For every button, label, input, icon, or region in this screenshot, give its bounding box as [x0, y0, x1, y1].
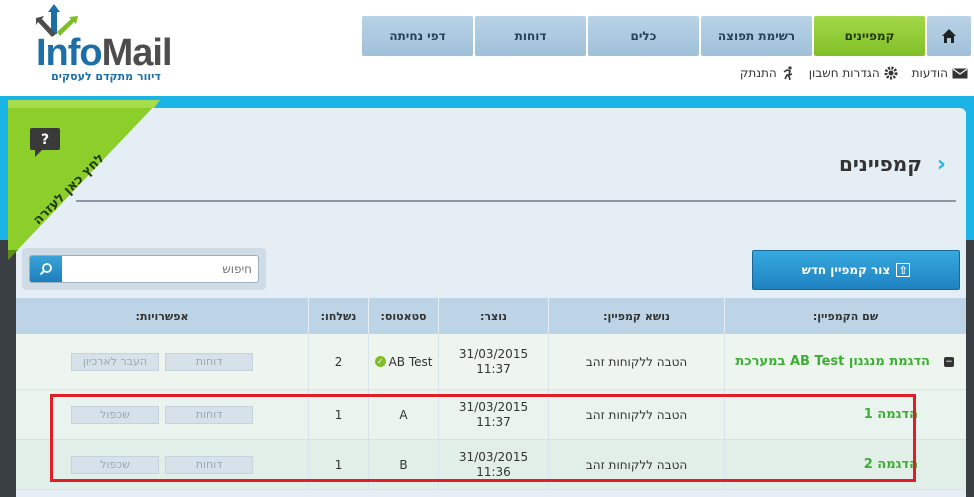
campaigns-table: שם הקמפיין: נושא קמפיין: נוצר: סטאטוס: נ…: [16, 298, 966, 490]
title-divider: [76, 200, 956, 202]
logout-link[interactable]: התנתק: [740, 66, 795, 80]
archive-button[interactable]: העבר לארכיון: [71, 352, 159, 371]
campaign-status: A: [368, 390, 438, 439]
nav-tab-mailing-list[interactable]: רשימת תפוצה: [701, 16, 812, 56]
campaign-created: 31/03/2015 11:37: [438, 390, 548, 439]
help-question-mark: ?: [41, 132, 49, 148]
nav-tab-tools[interactable]: כלים: [588, 16, 699, 56]
header-sent: נשלחו:: [308, 298, 368, 334]
duplicate-button[interactable]: שכפול: [71, 455, 159, 474]
nav-tab-home[interactable]: [927, 16, 971, 56]
campaign-name-link[interactable]: הדגמה 1: [864, 406, 918, 424]
header-options: אפשרויות:: [135, 309, 189, 323]
campaign-created: 31/03/2015 11:36: [438, 440, 548, 489]
campaign-status: AB Test ✓: [368, 334, 438, 389]
campaign-subject: הטבה ללקוחות זהב: [548, 390, 724, 439]
envelope-icon: [952, 68, 968, 78]
create-campaign-button[interactable]: ⇧ צור קמפיין חדש: [752, 250, 960, 290]
table-row: הדגמה 2 הטבה ללקוחות זהב 31/03/2015 11:3…: [16, 440, 966, 490]
logo-wordmark: InfoMail: [36, 32, 173, 74]
search-icon: [39, 263, 52, 276]
check-circle-icon: ✓: [374, 356, 386, 367]
help-question-icon: ?: [30, 128, 60, 157]
table-header: שם הקמפיין: נושא קמפיין: נוצר: סטאטוס: נ…: [16, 298, 966, 334]
logo-tagline: דיוור מתקדם לעסקים: [51, 70, 161, 83]
nav-tab-landing-pages[interactable]: דפי נחיתה: [362, 16, 473, 56]
header-name: שם הקמפיין:: [724, 298, 966, 334]
campaign-sent: 1: [308, 440, 368, 489]
chevron-right-icon: ›: [936, 152, 946, 177]
campaign-subject: הטבה ללקוחות זהב: [548, 440, 724, 489]
gear-icon: [884, 66, 898, 80]
campaign-subject: הטבה ללקוחות זהב: [548, 334, 724, 389]
header-status: סטאטוס:: [368, 298, 438, 334]
nav-tab-reports[interactable]: דוחות: [475, 16, 586, 56]
campaign-name-cell: − הדגמת מנגנון AB Test במערכת: [724, 334, 966, 389]
account-links: הודעות הגדרות חשבון התנתק: [740, 66, 968, 80]
running-man-icon: [783, 66, 793, 80]
reports-button[interactable]: דוחות: [165, 455, 253, 474]
duplicate-button[interactable]: שכפול: [71, 405, 159, 424]
account-settings-link[interactable]: הגדרות חשבון: [809, 66, 898, 80]
help-ribbon[interactable]: ? לחץ כאן לעזרה: [8, 100, 160, 260]
campaign-status: B: [368, 440, 438, 489]
campaign-options: דוחות שכפול: [16, 390, 308, 439]
home-icon: [942, 29, 956, 43]
messages-link[interactable]: הודעות: [912, 66, 968, 80]
campaign-created: 31/03/2015 11:37: [438, 334, 548, 389]
nav-tab-campaigns[interactable]: קמפיינים: [814, 16, 925, 56]
app-header: InfoMail דיוור מתקדם לעסקים דפי נחיתה דו…: [0, 0, 974, 96]
campaign-sent: 1: [308, 390, 368, 439]
reports-button[interactable]: דוחות: [165, 405, 253, 424]
campaign-name-cell: הדגמה 2: [724, 440, 966, 489]
infomail-logo[interactable]: InfoMail דיוור מתקדם לעסקים: [14, 4, 173, 84]
campaign-name-link[interactable]: הדגמת מנגנון AB Test במערכת: [735, 353, 930, 371]
header-created: נוצר:: [438, 298, 548, 334]
campaign-sent: 2: [308, 334, 368, 389]
table-row: − הדגמת מנגנון AB Test במערכת הטבה ללקוח…: [16, 334, 966, 390]
campaign-name-link[interactable]: הדגמה 2: [864, 456, 918, 474]
header-subject: נושא קמפיין:: [548, 298, 724, 334]
main-nav: דפי נחיתה דוחות כלים רשימת תפוצה קמפייני…: [360, 16, 971, 56]
campaign-options: דוחות שכפול: [16, 440, 308, 489]
collapse-toggle-icon[interactable]: −: [944, 356, 954, 367]
table-row: הדגמה 1 הטבה ללקוחות זהב 31/03/2015 11:3…: [16, 390, 966, 440]
upload-plus-icon: ⇧: [896, 263, 911, 277]
page-title: קמפיינים: [838, 152, 922, 176]
campaign-options: דוחות העבר לארכיון: [16, 334, 308, 389]
reports-button[interactable]: דוחות: [165, 352, 253, 371]
campaign-name-cell: הדגמה 1: [724, 390, 966, 439]
